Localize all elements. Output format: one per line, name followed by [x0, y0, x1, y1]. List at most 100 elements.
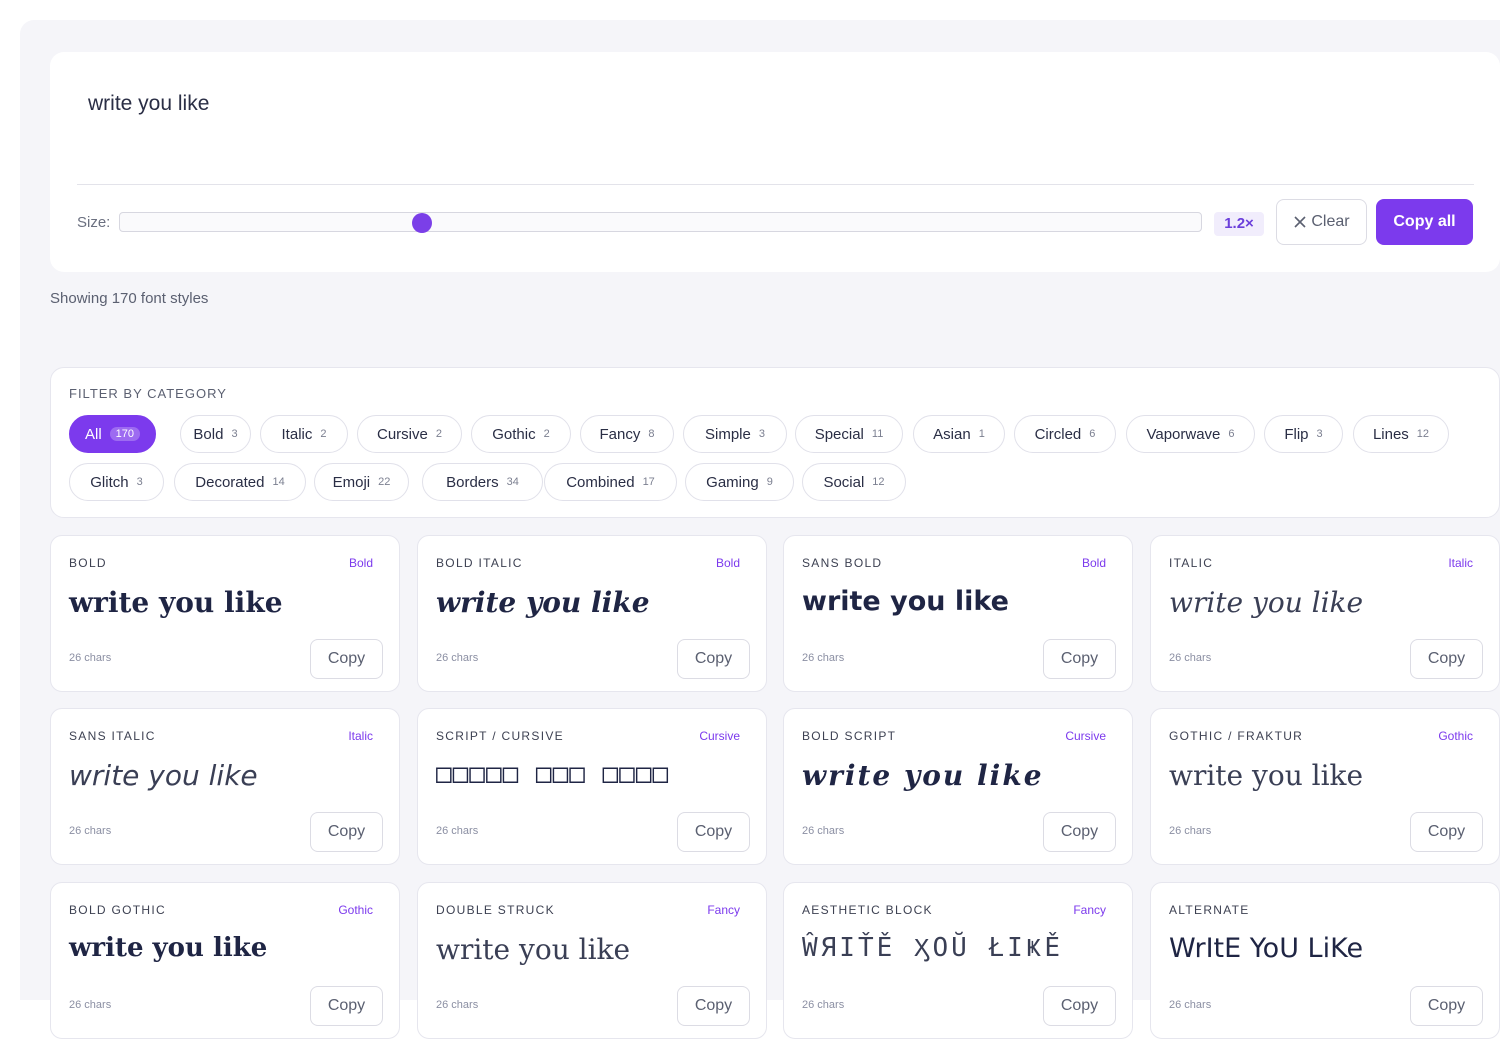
copy-button[interactable]: Copy	[1043, 812, 1116, 852]
char-count: 26 chars	[69, 652, 112, 664]
font-sample: write you like	[1169, 586, 1364, 619]
font-style-card[interactable]: ALTERNATE WrItE YoU LiKe 26 chars Copy	[1150, 882, 1500, 1039]
clear-button[interactable]: Clear	[1276, 199, 1367, 245]
copy-button[interactable]: Copy	[1043, 639, 1116, 679]
category-chip-borders[interactable]: Borders 34	[422, 463, 543, 501]
copy-all-button[interactable]: Copy all	[1376, 199, 1473, 245]
category-chip-label: Combined	[566, 473, 635, 491]
copy-button[interactable]: Copy	[1410, 639, 1483, 679]
font-style-card[interactable]: SCRIPT / CURSIVE Cursive □□□□□ □□□ □□□□ 26 …	[417, 708, 767, 865]
copy-button[interactable]: Copy	[677, 986, 750, 1026]
size-slider[interactable]	[119, 212, 1202, 232]
category-chip-count: 3	[758, 428, 765, 440]
category-badge: Bold	[1081, 556, 1106, 570]
copy-button[interactable]: Copy	[310, 812, 383, 852]
font-style-card[interactable]: SANS ITALIC Italic write you like 26 chars C…	[50, 708, 400, 865]
category-chip-circled[interactable]: Circled 6	[1014, 415, 1116, 453]
category-chip-count: 3	[1316, 428, 1323, 440]
category-chip-emoji[interactable]: Emoji 22	[314, 463, 409, 501]
category-chip-glitch[interactable]: Glitch 3	[69, 463, 164, 501]
font-style-card[interactable]: BOLD GOTHIC Gothic write you like 26 chars C…	[50, 882, 400, 1039]
font-sample: write you like	[802, 759, 1044, 792]
category-chip-label: Decorated	[195, 473, 265, 491]
category-filter: FILTER BY CATEGORY All 170 Bold 3 Italic 2 Cur…	[50, 367, 1500, 518]
category-chip-simple[interactable]: Simple 3	[683, 415, 787, 453]
font-style-card[interactable]: GOTHIC / FRAKTUR Gothic write you like 26 c…	[1150, 708, 1500, 865]
font-style-card[interactable]: BOLD Bold write you like 26 chars Copy	[50, 535, 400, 692]
font-style-name: BOLD ITALIC	[436, 556, 523, 570]
close-icon	[1294, 216, 1306, 228]
category-chip-label: Special	[814, 425, 864, 443]
font-style-name: SANS ITALIC	[69, 729, 156, 743]
category-chip-count: 9	[766, 476, 773, 488]
font-style-card[interactable]: BOLD ITALIC Bold write you like 26 chars Cop…	[417, 535, 767, 692]
category-chip-count: 1	[978, 428, 985, 440]
char-count: 26 chars	[436, 652, 479, 664]
font-style-name: AESTHETIC BLOCK	[802, 903, 933, 917]
char-count: 26 chars	[802, 825, 845, 837]
text-editor-panel: write you like Size: 1.2× Clear Copy all	[50, 52, 1500, 272]
category-chip-lines[interactable]: Lines 12	[1353, 415, 1449, 453]
font-sample: write you like	[436, 586, 650, 619]
category-chip-decorated[interactable]: Decorated 14	[174, 463, 306, 501]
size-label: Size:	[77, 214, 111, 231]
font-sample: write you like	[1169, 759, 1364, 792]
category-badge: Italic	[1448, 556, 1473, 570]
category-chip-flip[interactable]: Flip 3	[1264, 415, 1343, 453]
category-chip-count: 3	[231, 428, 238, 440]
category-chip-special[interactable]: Special 11	[795, 415, 903, 453]
font-style-card[interactable]: SANS BOLD Bold write you like 26 chars Copy	[783, 535, 1133, 692]
category-chip-cursive[interactable]: Cursive 2	[357, 415, 462, 453]
font-sample: □□□□□ □□□ □□□□	[436, 759, 670, 789]
category-chip-vaporwave[interactable]: Vaporwave 6	[1126, 415, 1255, 453]
category-chip-asian[interactable]: Asian 1	[913, 415, 1005, 453]
font-style-name: BOLD	[69, 556, 107, 570]
copy-button[interactable]: Copy	[1410, 986, 1483, 1026]
copy-button[interactable]: Copy	[1410, 812, 1483, 852]
divider	[77, 184, 1474, 185]
font-style-name: ALTERNATE	[1169, 903, 1250, 917]
category-badge: Gothic	[1438, 729, 1473, 743]
category-chip-gaming[interactable]: Gaming 9	[685, 463, 794, 501]
copy-button[interactable]: Copy	[677, 639, 750, 679]
char-count: 26 chars	[1169, 652, 1212, 664]
category-chip-combined[interactable]: Combined 17	[544, 463, 677, 501]
font-sample: ŴЯIŤĚ ӼOŬ ŁIҜĚ	[802, 933, 1064, 963]
font-sample: write you like	[802, 586, 1009, 617]
font-style-name: ITALIC	[1169, 556, 1214, 570]
category-badge: Fancy	[707, 903, 740, 917]
category-chip-label: Gaming	[706, 473, 759, 491]
font-sample: write you like	[69, 759, 258, 792]
font-style-name: BOLD GOTHIC	[69, 903, 166, 917]
category-chip-label: Flip	[1284, 425, 1309, 443]
font-style-name: BOLD SCRIPT	[802, 729, 897, 743]
char-count: 26 chars	[69, 825, 112, 837]
font-style-card[interactable]: BOLD SCRIPT Cursive write you like 26 chars…	[783, 708, 1133, 865]
category-chip-gothic[interactable]: Gothic 2	[471, 415, 571, 453]
category-chip-all[interactable]: All 170	[69, 415, 156, 453]
font-style-card[interactable]: DOUBLE STRUCK Fancy write you like 26 chars…	[417, 882, 767, 1039]
copy-button[interactable]: Copy	[1043, 986, 1116, 1026]
category-chip-fancy[interactable]: Fancy 8	[580, 415, 674, 453]
copy-button[interactable]: Copy	[310, 639, 383, 679]
category-chip-label: Cursive	[377, 425, 428, 443]
category-chip-count: 8	[648, 428, 655, 440]
copy-button[interactable]: Copy	[310, 986, 383, 1026]
category-chip-label: Glitch	[90, 473, 129, 491]
category-chip-italic[interactable]: Italic 2	[260, 415, 348, 453]
category-badge: Bold	[715, 556, 740, 570]
font-style-card[interactable]: AESTHETIC BLOCK Fancy ŴЯIŤĚ ӼOŬ ŁIҜĚ 26 cha…	[783, 882, 1133, 1039]
category-chip-count: 14	[272, 476, 285, 488]
category-badge: Italic	[348, 729, 373, 743]
font-style-card[interactable]: ITALIC Italic write you like 26 chars Copy	[1150, 535, 1500, 692]
category-chip-bold[interactable]: Bold 3	[180, 415, 251, 453]
category-chip-label: Bold	[193, 425, 224, 443]
char-count: 26 chars	[436, 999, 479, 1011]
text-input[interactable]: write you like	[88, 92, 209, 116]
copy-button[interactable]: Copy	[677, 812, 750, 852]
category-chip-count: 3	[136, 476, 143, 488]
category-chip-count: 12	[1416, 428, 1430, 440]
category-chip-count: 2	[320, 428, 327, 440]
category-chip-social[interactable]: Social 12	[802, 463, 906, 501]
category-chip-count: 6	[1228, 428, 1235, 440]
